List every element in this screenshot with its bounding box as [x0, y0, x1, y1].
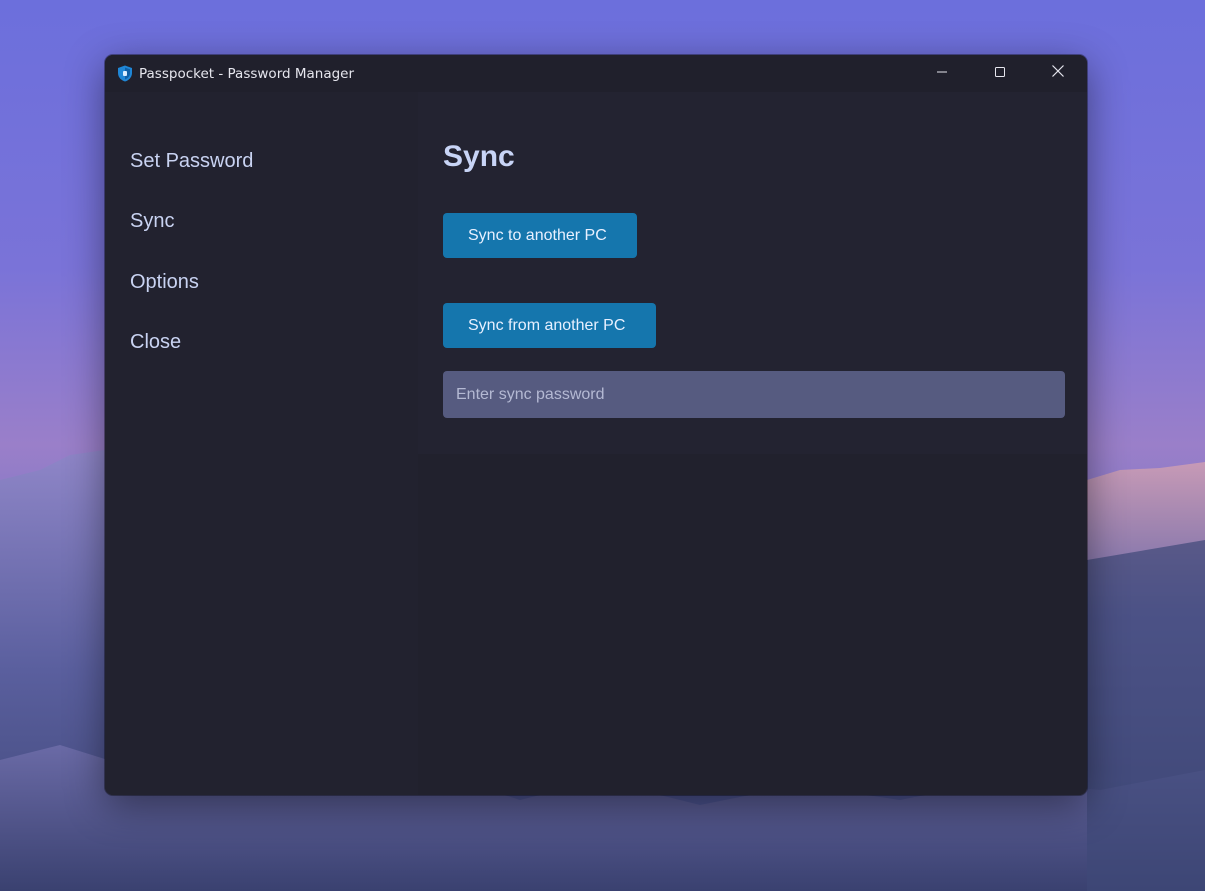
maximize-icon: [994, 65, 1006, 83]
sidebar-item-close[interactable]: Close: [130, 331, 181, 354]
close-button[interactable]: [1029, 55, 1087, 92]
sync-to-another-pc-button[interactable]: Sync to another PC: [443, 213, 637, 258]
sync-password-input[interactable]: [443, 371, 1065, 418]
close-icon: [1051, 64, 1065, 83]
sidebar: Set Password Sync Options Close: [105, 92, 418, 795]
sync-panel: Sync Sync to another PC Sync from anothe…: [418, 92, 1087, 454]
sidebar-item-sync[interactable]: Sync: [130, 210, 174, 233]
window-title: Passpocket - Password Manager: [139, 65, 355, 82]
minimize-button[interactable]: [913, 55, 971, 92]
sync-from-another-pc-button[interactable]: Sync from another PC: [443, 303, 656, 348]
title-bar[interactable]: Passpocket - Password Manager: [105, 55, 1087, 92]
app-window: Passpocket - Password Manager Set Passwo…: [105, 55, 1087, 795]
sidebar-item-set-password[interactable]: Set Password: [130, 150, 253, 173]
sidebar-item-options[interactable]: Options: [130, 271, 199, 294]
maximize-button[interactable]: [971, 55, 1029, 92]
page-title: Sync: [443, 140, 515, 173]
shield-icon: [116, 65, 133, 82]
window-controls: [913, 55, 1087, 92]
minimize-icon: [936, 65, 948, 83]
main-content: Sync Sync to another PC Sync from anothe…: [418, 92, 1087, 795]
